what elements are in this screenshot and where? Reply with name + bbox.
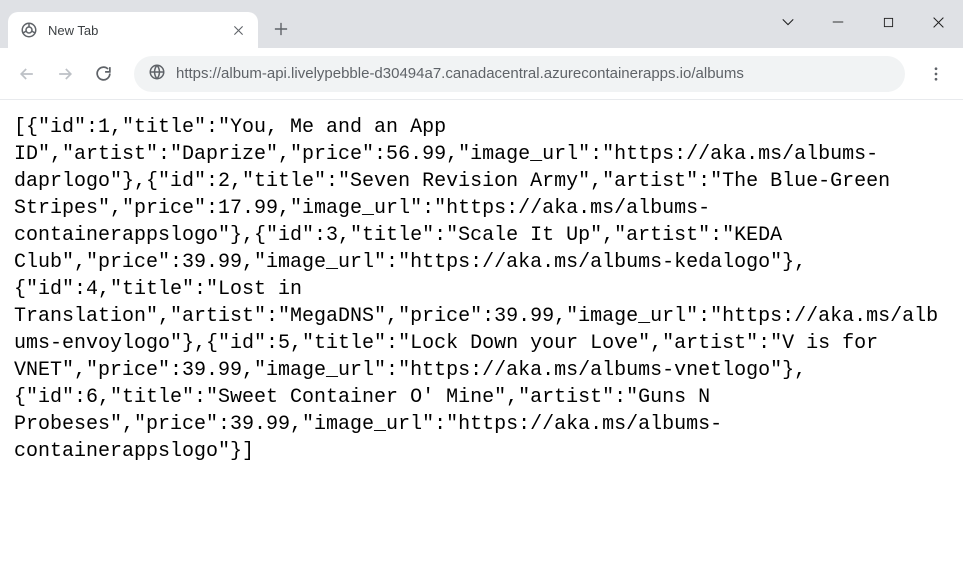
titlebar: New Tab [0, 0, 963, 48]
back-button[interactable] [8, 55, 46, 93]
browser-menu-button[interactable] [917, 55, 955, 93]
url-path: albums [696, 65, 744, 82]
response-body[interactable]: [{"id":1,"title":"You, Me and an App ID"… [0, 100, 963, 479]
page-viewport[interactable]: [{"id":1,"title":"You, Me and an App ID"… [0, 100, 963, 569]
tab-title: New Tab [48, 23, 230, 38]
browser-tab[interactable]: New Tab [8, 12, 258, 48]
tab-close-icon[interactable] [230, 22, 246, 38]
new-tab-button[interactable] [266, 14, 296, 44]
tab-favicon-icon [20, 21, 38, 39]
url-text[interactable]: https://album-api.livelypebble-d30494a7.… [176, 65, 891, 82]
forward-button[interactable] [46, 55, 84, 93]
toolbar: https://album-api.livelypebble-d30494a7.… [0, 48, 963, 100]
window-chevron-icon[interactable] [763, 4, 813, 40]
url-host: https://album-api.livelypebble-d30494a7.… [176, 65, 696, 82]
maximize-button[interactable] [863, 4, 913, 40]
reload-button[interactable] [84, 55, 122, 93]
site-info-icon[interactable] [148, 63, 166, 85]
window-controls [763, 4, 963, 40]
close-window-button[interactable] [913, 4, 963, 40]
minimize-button[interactable] [813, 4, 863, 40]
address-bar[interactable]: https://album-api.livelypebble-d30494a7.… [134, 56, 905, 92]
